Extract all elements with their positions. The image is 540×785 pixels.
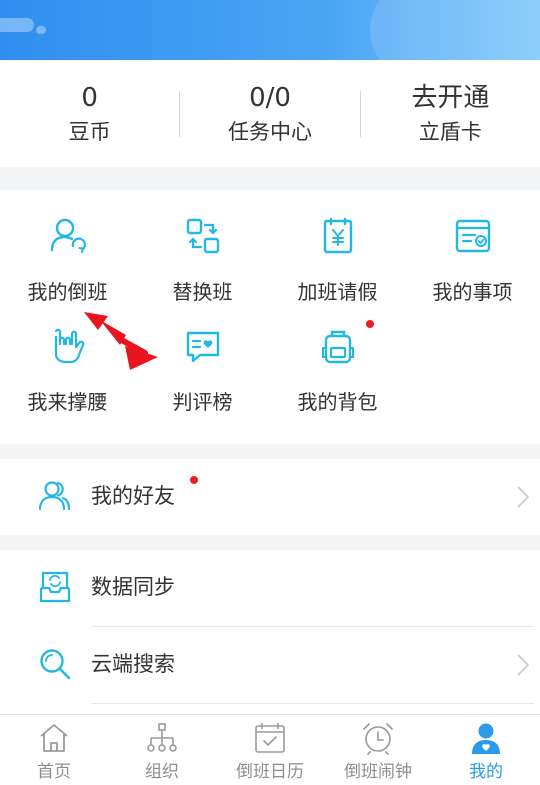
profile-icon bbox=[472, 723, 500, 754]
grid-item-support[interactable]: 我来撑腰 bbox=[0, 300, 135, 414]
coins-value: 0 bbox=[81, 82, 98, 113]
shield-card-label: 立盾卡 bbox=[418, 119, 482, 144]
list-item-cloud-search[interactable]: 云端搜索 bbox=[0, 627, 540, 703]
grid-item-overtime-leave[interactable]: 加班请假 bbox=[270, 190, 405, 304]
swap-icon bbox=[186, 218, 220, 254]
org-chart-icon bbox=[147, 723, 177, 752]
sync-inbox-icon bbox=[39, 571, 71, 603]
yen-document-icon bbox=[323, 217, 353, 254]
friends-section: 我的好友 bbox=[0, 459, 540, 535]
grid-label: 我的事项 bbox=[432, 280, 513, 304]
list-item-data-sync[interactable]: 数据同步 bbox=[0, 550, 540, 626]
friends-icon bbox=[38, 481, 71, 511]
grid-label: 我来撑腰 bbox=[27, 390, 108, 414]
shield-card-stat[interactable]: 去开通 立盾卡 bbox=[361, 60, 540, 167]
grid-label: 判评榜 bbox=[172, 390, 233, 414]
calendar-check-icon bbox=[255, 723, 285, 753]
list-item-label: 数据同步 bbox=[91, 575, 175, 599]
shield-card-action: 去开通 bbox=[411, 82, 490, 113]
tab-home[interactable]: 首页 bbox=[0, 715, 108, 785]
tab-shift-calendar[interactable]: 倒班日历 bbox=[216, 715, 324, 785]
alarm-clock-icon bbox=[363, 723, 393, 755]
grid-item-swap-shift[interactable]: 替换班 bbox=[135, 190, 270, 304]
rock-hand-icon bbox=[54, 328, 85, 364]
new-badge-dot bbox=[366, 320, 374, 328]
tab-organization[interactable]: 组织 bbox=[108, 715, 216, 785]
tools-section: 数据同步 云端搜索 bbox=[0, 550, 540, 714]
grid-label: 我的背包 bbox=[297, 390, 378, 414]
backpack-icon bbox=[322, 330, 354, 364]
tab-label: 倒班日历 bbox=[236, 762, 304, 782]
list-item-label: 我的好友 bbox=[91, 484, 175, 508]
grid-item-my-shift[interactable]: 我的倒班 bbox=[0, 190, 135, 304]
grid-item-my-tasks[interactable]: 我的事项 bbox=[405, 190, 540, 304]
new-badge-dot bbox=[190, 476, 198, 484]
task-list-icon bbox=[455, 219, 491, 253]
bottom-tab-bar: 首页 组织 倒班日历 倒班闹钟 我的 bbox=[0, 714, 540, 785]
tab-label: 组织 bbox=[145, 762, 179, 782]
tab-label: 首页 bbox=[37, 762, 71, 782]
chevron-right-icon bbox=[517, 654, 530, 676]
list-item-label: 云端搜索 bbox=[91, 652, 175, 676]
search-icon bbox=[40, 649, 71, 680]
task-center-value: 0/0 bbox=[249, 82, 291, 113]
tab-profile[interactable]: 我的 bbox=[432, 715, 540, 785]
grid-item-my-backpack[interactable]: 我的背包 bbox=[270, 300, 405, 414]
divider bbox=[91, 703, 534, 704]
features-grid: 我的倒班 替换班 加班请假 我的事项 我来撑腰 判评榜 我的背包 bbox=[0, 190, 540, 444]
coins-stat[interactable]: 0 豆币 bbox=[0, 60, 179, 167]
tab-label: 倒班闹钟 bbox=[344, 762, 412, 782]
tab-shift-alarm[interactable]: 倒班闹钟 bbox=[324, 715, 432, 785]
grid-item-rating-board[interactable]: 判评榜 bbox=[135, 300, 270, 414]
list-item-my-friends[interactable]: 我的好友 bbox=[0, 459, 540, 535]
coins-label: 豆币 bbox=[68, 119, 111, 144]
task-center-label: 任务中心 bbox=[227, 119, 312, 144]
user-refresh-icon bbox=[50, 218, 86, 253]
home-icon bbox=[40, 724, 68, 752]
tab-label: 我的 bbox=[469, 762, 503, 782]
chevron-right-icon bbox=[517, 486, 530, 508]
stats-bar: 0 豆币 0/0 任务中心 去开通 立盾卡 bbox=[0, 60, 540, 167]
task-center-stat[interactable]: 0/0 任务中心 bbox=[180, 60, 359, 167]
chat-heart-icon bbox=[186, 331, 220, 363]
header-banner bbox=[0, 0, 540, 60]
